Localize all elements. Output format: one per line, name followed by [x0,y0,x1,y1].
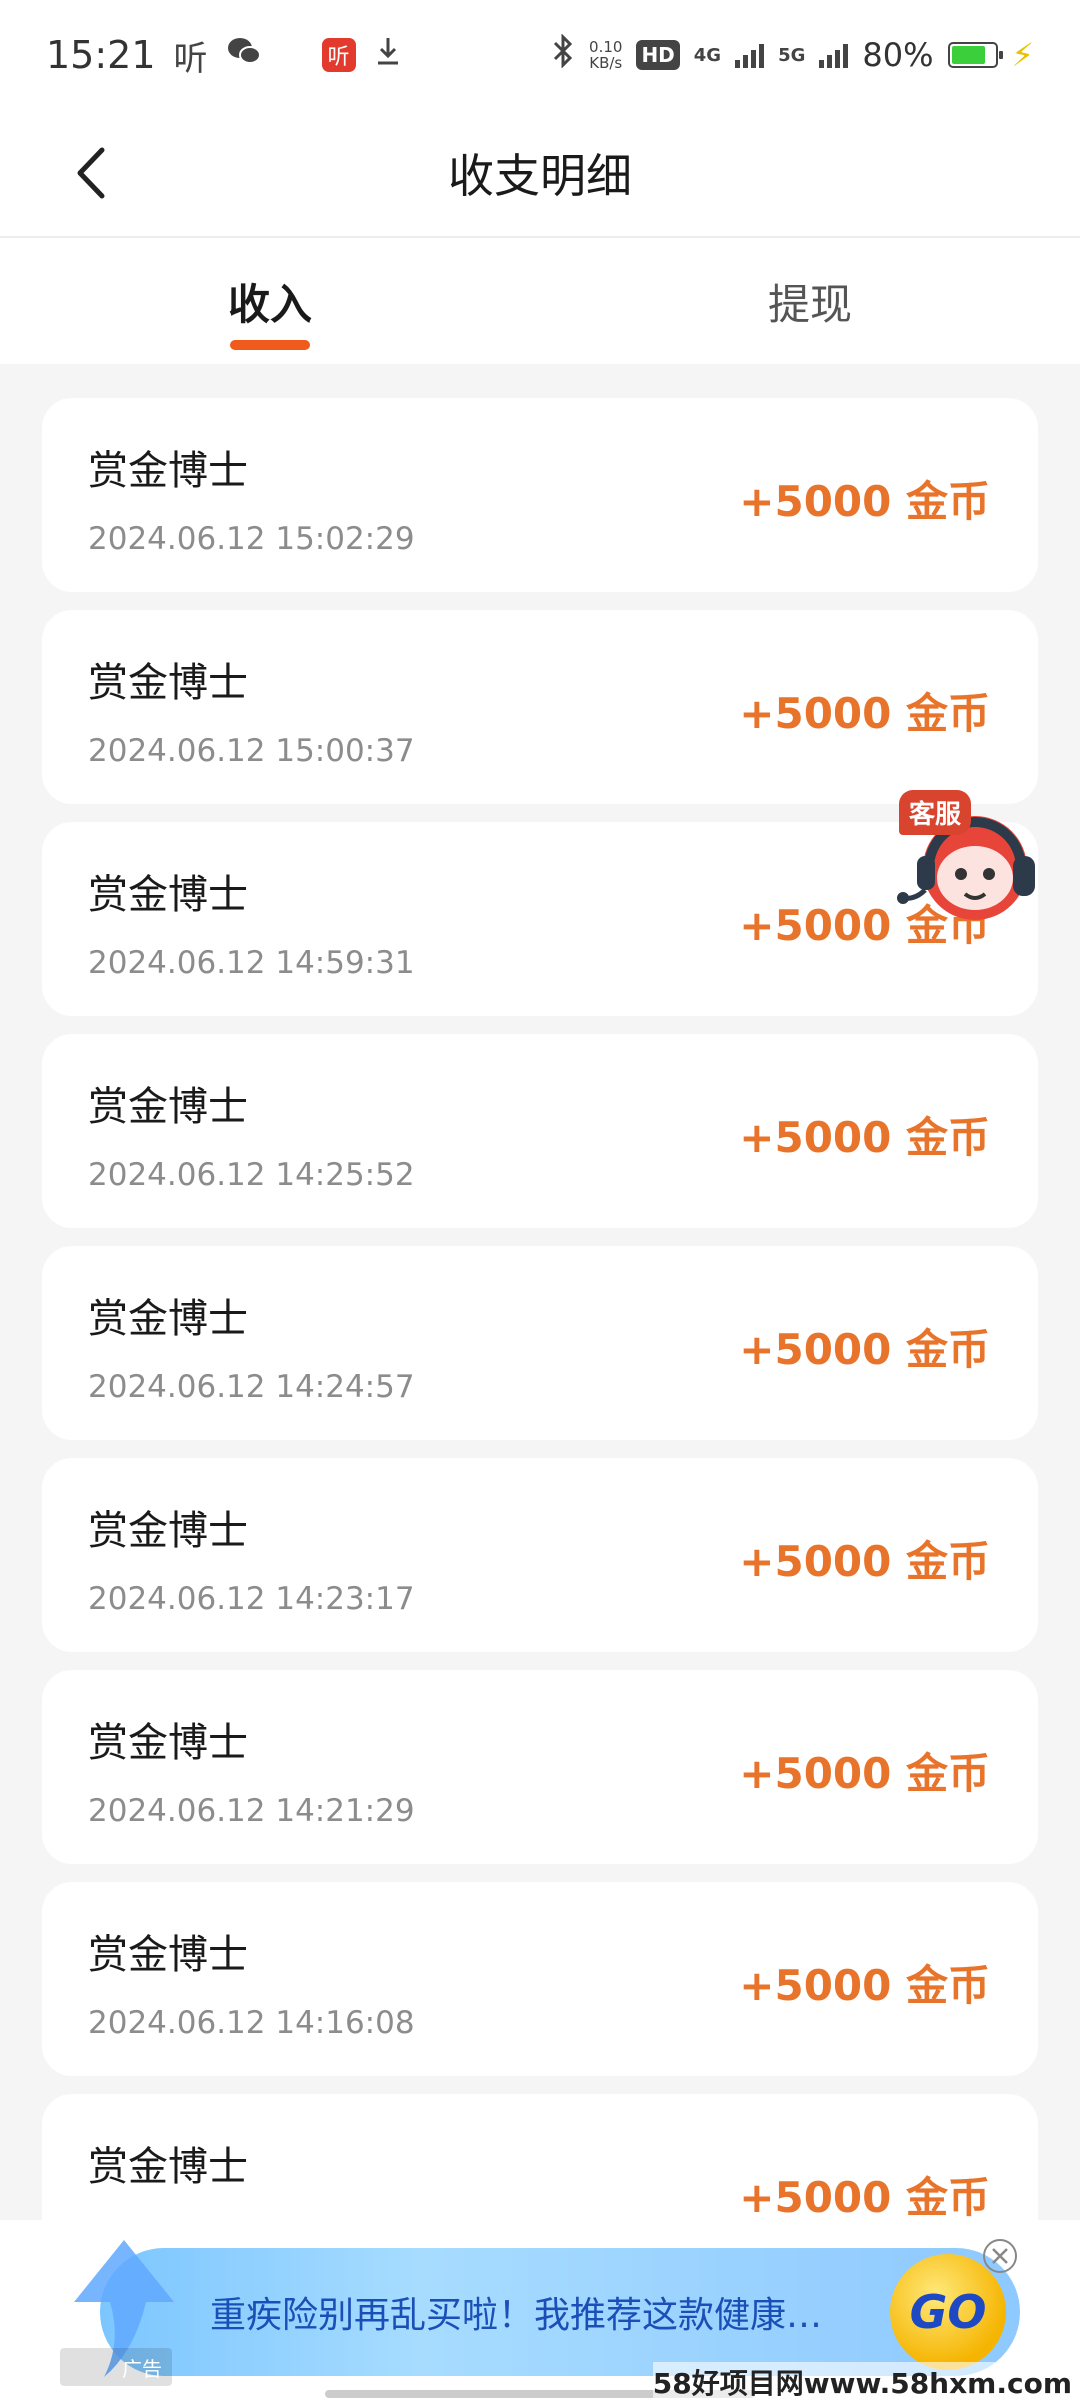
tab-withdraw[interactable]: 提现 [540,238,1080,364]
record-amount: +5000 金币 [739,2173,990,2222]
network-speed-unit: KB/s [589,54,623,72]
tab-active-indicator [230,340,310,350]
record-row[interactable]: 赏金博士 2024.06.12 14:25:52 +5000 金币 [42,1034,1038,1228]
record-name: 赏金博士 [88,872,248,918]
app-header: 收支明细 [0,110,1080,238]
record-name: 赏金博士 [88,660,248,706]
record-row[interactable]: 赏金博士 2024.06.12 14:21:29 +5000 金币 [42,1670,1038,1864]
customer-service-button[interactable]: 客服 [895,790,1045,930]
watermark: 58好项目网www.58hxm.com [652,2362,1072,2400]
status-bar: 15:21 听 听 0.10 KB/s HD 4G 5G 80% ⚡ [0,0,1080,110]
ad-tag: 广告 [60,2348,172,2386]
ad-close-button[interactable] [982,2238,1018,2274]
record-time: 2024.06.12 15:00:37 [88,733,415,769]
download-icon [374,35,402,76]
record-row[interactable]: 赏金博士 2024.06.12 14:59:31 +5000 金币 [42,822,1038,1016]
signal-icon [735,42,765,68]
record-amount: +5000 金币 [739,477,990,526]
page: 15:21 听 听 0.10 KB/s HD 4G 5G 80% ⚡ 收支明细 … [0,0,1080,2400]
record-amount: +5000 金币 [739,1325,990,1374]
record-name: 赏金博士 [88,2144,248,2190]
battery-percent: 80% [862,36,934,74]
record-amount: +5000 金币 [739,1961,990,2010]
network-5g-label: 5G [778,44,806,66]
listen-app-icon: 听 [173,38,208,79]
record-row[interactable]: 赏金博士 2024.06.12 14:24:57 +5000 金币 [42,1246,1038,1440]
chevron-left-icon [77,147,105,199]
record-list: 赏金博士 2024.06.12 15:02:29 +5000 金币 赏金博士 2… [42,398,1038,2306]
close-icon [983,2239,1017,2273]
record-amount: +5000 金币 [739,1749,990,1798]
record-name: 赏金博士 [88,1296,248,1342]
record-time: 2024.06.12 14:21:29 [88,1793,415,1829]
record-amount: +5000 金币 [739,1537,990,1586]
hd-voice-icon: HD [636,40,680,70]
record-name: 赏金博士 [88,1084,248,1130]
customer-service-label: 客服 [899,790,972,835]
record-amount: +5000 金币 [739,1113,990,1162]
back-button[interactable] [60,140,120,206]
ad-banner[interactable]: 重疾险别再乱买啦！我推荐这款健康… GO [100,2248,1020,2376]
tab-bar: 收入 提现 [0,238,1080,364]
record-row[interactable]: 赏金博士 2024.06.12 14:23:17 +5000 金币 [42,1458,1038,1652]
record-name: 赏金博士 [88,1932,248,1978]
signal-icon-2 [819,42,849,68]
record-time: 2024.06.12 14:59:31 [88,945,415,981]
record-row[interactable]: 赏金博士 2024.06.12 15:00:37 +5000 金币 [42,610,1038,804]
record-name: 赏金博士 [88,1508,248,1554]
bluetooth-icon [551,32,575,77]
record-name: 赏金博士 [88,448,248,494]
page-title: 收支明细 [448,149,632,203]
status-time: 15:21 [46,33,156,77]
record-time: 2024.06.12 14:25:52 [88,1157,415,1193]
wechat-icon [226,35,262,76]
charging-icon: ⚡ [1011,36,1034,74]
record-name: 赏金博士 [88,1720,248,1766]
app-notification-icon: 听 [321,38,356,72]
record-row[interactable]: 赏金博士 2024.06.12 14:16:08 +5000 金币 [42,1882,1038,2076]
record-row[interactable]: 赏金博士 2024.06.12 15:02:29 +5000 金币 [42,398,1038,592]
tab-income[interactable]: 收入 [0,238,540,364]
record-amount: +5000 金币 [739,689,990,738]
network-speed: 0.10 KB/s [589,39,622,71]
record-time: 2024.06.12 14:16:08 [88,2005,415,2041]
network-4g-label: 4G [693,44,722,66]
record-time: 2024.06.12 14:23:17 [88,1581,415,1617]
battery-icon [947,42,1003,68]
record-time: 2024.06.12 14:24:57 [88,1369,415,1405]
record-time: 2024.06.12 15:02:29 [88,521,415,557]
tab-income-label: 收入 [227,279,312,329]
tab-withdraw-label: 提现 [767,279,852,329]
ad-text: 重疾险别再乱买啦！我推荐这款健康… [210,2295,823,2336]
